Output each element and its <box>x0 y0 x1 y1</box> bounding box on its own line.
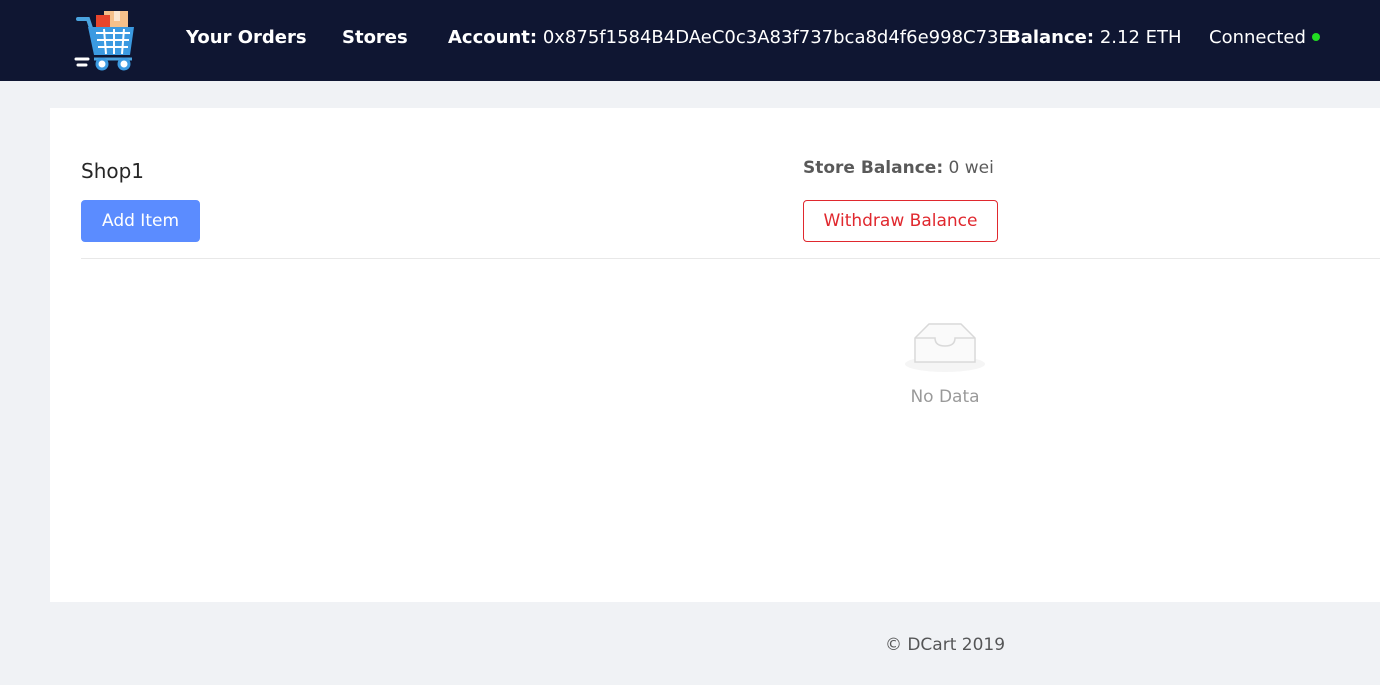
status-dot-icon <box>1311 33 1320 41</box>
balance-value: 2.12 ETH <box>1099 27 1182 48</box>
withdraw-balance-button[interactable]: Withdraw Balance <box>803 200 998 242</box>
empty-state-text: No Data <box>910 387 980 407</box>
top-navbar: Your Orders Stores Account: 0x875f1584B4… <box>0 0 1380 81</box>
connection-status-label: Connected <box>1209 27 1306 48</box>
store-balance-value: 0 wei <box>948 158 994 178</box>
divider <box>81 258 1380 259</box>
account-label: Account: <box>448 27 538 48</box>
nav-stores[interactable]: Stores <box>342 26 408 50</box>
add-item-button[interactable]: Add Item <box>81 200 200 242</box>
account-info: Account: 0x875f1584B4DAeC0c3A83f737bca8d… <box>448 26 1010 50</box>
nav-stores-label: Stores <box>342 27 408 48</box>
store-title: Shop1 <box>81 159 145 183</box>
store-balance: Store Balance: 0 wei <box>803 156 994 180</box>
footer-copyright: © DCart 2019 <box>884 635 1006 655</box>
connection-status: Connected <box>1209 26 1320 50</box>
account-address: 0x875f1584B4DAeC0c3A83f737bca8d4f6e998C7… <box>542 27 1010 48</box>
balance-info: Balance: 2.12 ETH <box>1007 26 1182 50</box>
shopping-cart-icon[interactable] <box>74 9 138 71</box>
nav-your-orders-label: Your Orders <box>186 27 307 48</box>
nav-your-orders[interactable]: Your Orders <box>186 26 307 50</box>
store-balance-label: Store Balance: <box>803 158 944 178</box>
store-card: Shop1 Add Item Store Balance: 0 wei With… <box>50 108 1380 602</box>
empty-inbox-icon <box>905 323 985 372</box>
balance-label: Balance: <box>1007 27 1095 48</box>
footer: © DCart 2019 <box>0 633 1380 657</box>
